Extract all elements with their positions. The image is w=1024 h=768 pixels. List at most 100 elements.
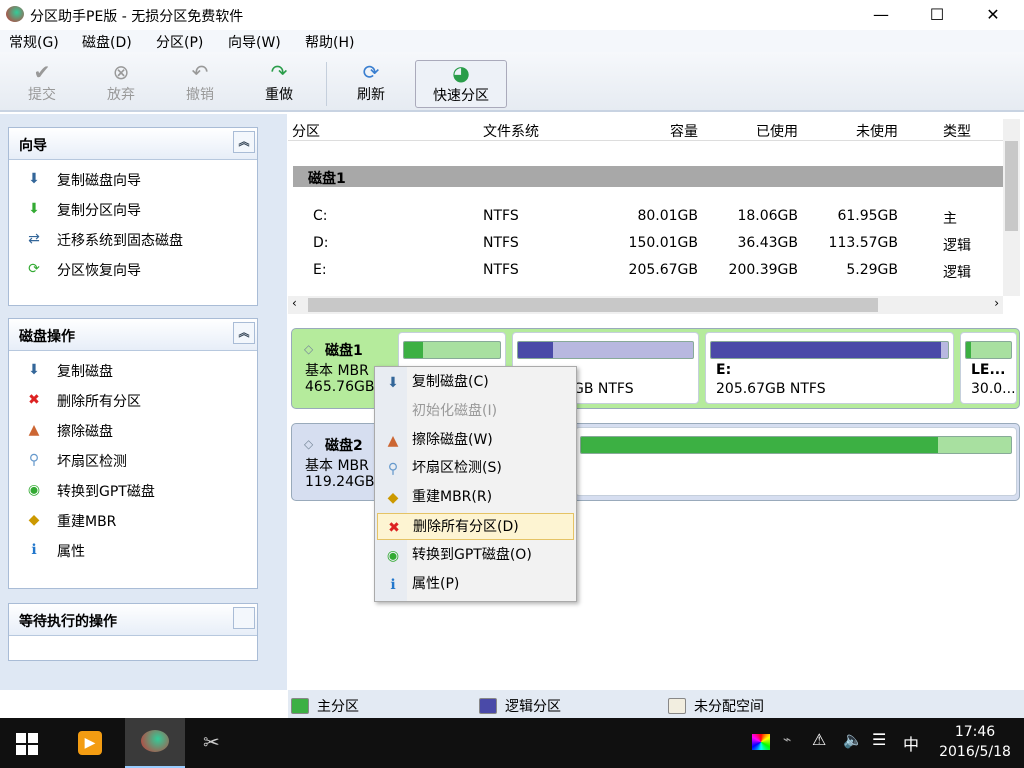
copy-disk-icon: ⬇ [387,375,399,391]
wizard-copy-partition[interactable]: ⬇ 复制分区向导 [9,192,257,222]
col-partition[interactable]: 分区 [292,121,320,141]
context-menu-item[interactable]: ▲ 擦除磁盘(W) [377,427,574,454]
collapse-button[interactable] [233,607,255,629]
wipe-icon: ▲ [387,432,399,449]
menu-disk[interactable]: 磁盘(D) [82,32,132,52]
collapse-button[interactable]: ︽ [233,131,255,153]
col-capacity[interactable]: 容量 [670,121,698,141]
disk-icon: ◇ [304,437,314,451]
partition-block[interactable]: E: 205.67GB NTFS [705,332,954,404]
usb-icon[interactable]: ⌁ [783,732,791,748]
clock[interactable]: 17:46 2016/5/18 [935,722,1015,762]
refresh-button[interactable]: ⟳ 刷新 [337,60,405,108]
usage-bar [710,341,949,359]
legend-bar: 主分区 逻辑分区 未分配空间 [288,690,1024,718]
panel-title: 向导 [19,138,47,154]
menu-bar: 常规(G) 磁盘(D) 分区(P) 向导(W) 帮助(H) [0,30,1024,52]
collapse-button[interactable]: ︽ [233,322,255,344]
wizard-migrate-os[interactable]: ⇄ 迁移系统到固态磁盘 [9,222,257,252]
table-cell: NTFS [483,262,519,278]
discard-button[interactable]: ⊗ 放弃 [87,60,155,108]
commit-button[interactable]: ✔ 提交 [8,60,76,108]
context-menu-item[interactable]: ⚲ 坏扇区检测(S) [377,455,574,482]
op-bad-sector[interactable]: ⚲ 坏扇区检测 [9,443,257,473]
pending-panel: 等待执行的操作 [8,603,258,661]
horizontal-scrollbar[interactable]: ‹ › [288,296,1003,314]
redo-button[interactable]: ↷ 重做 [245,60,313,108]
panel-title: 等待执行的操作 [19,614,117,630]
wizard-panel: 向导 ︽ ⬇ 复制磁盘向导 ⬇ 复制分区向导 ⇄ 迁移系统到固态磁盘 ⟳ 分区恢复向导 [8,127,258,306]
maximize-button[interactable]: ☐ [914,0,960,30]
menu-help[interactable]: 帮助(H) [305,32,354,52]
close-button[interactable]: ✕ [970,0,1016,30]
display-icon[interactable] [752,734,770,750]
partition-block[interactable] [575,427,1017,496]
table-cell: D: [313,235,329,251]
usage-bar [403,341,501,359]
rebuild-mbr-icon: ◆ [28,512,40,528]
usage-bar [580,436,1012,454]
minimize-button[interactable]: — [858,0,904,30]
volume-icon[interactable]: 🔈 [843,730,863,749]
table-cell: NTFS [483,235,519,251]
table-cell: 200.39GB [728,262,798,278]
menu-general[interactable]: 常规(G) [9,32,59,52]
context-menu-item[interactable]: 初始化磁盘(I) [377,398,574,425]
menu-partition[interactable]: 分区(P) [156,32,203,52]
media-player-icon[interactable]: ▶ [78,731,102,755]
partition-label: LE... [971,362,1006,378]
disk-ops-panel: 磁盘操作 ︽ ⬇ 复制磁盘 ✖ 删除所有分区 ▲ 擦除磁盘 ⚲ 坏扇区检测 ◉ 转换到GPT… [8,318,258,589]
toolbar: ✔ 提交 ⊗ 放弃 ↶ 撤销 ↷ 重做 ⟳ 刷新 ◕ 快速分区 [0,52,1024,112]
app-logo-icon [141,730,169,752]
ime-indicator[interactable]: 中 [903,731,919,755]
title-bar: 分区助手PE版 - 无损分区免费软件 — ☐ ✕ [0,0,1024,30]
legend-unallocated: 未分配空间 [668,696,764,716]
taskbar-partition-assistant[interactable] [125,718,185,768]
partition-block[interactable]: LE... 30.0... [960,332,1017,404]
context-menu-item[interactable]: ◆ 重建MBR(R) [377,484,574,511]
copy-partition-icon: ⬇ [28,201,40,217]
discard-icon: ⊗ [112,60,130,84]
undo-button[interactable]: ↶ 撤销 [166,60,234,108]
table-cell: 36.43GB [737,235,798,251]
tool-icon[interactable]: ✂ [203,730,229,756]
notification-icon[interactable]: ☰ [872,730,886,749]
disk-name: 磁盘1 [325,343,363,359]
op-copy-disk[interactable]: ⬇ 复制磁盘 [9,353,257,383]
table-cell: 80.01GB [637,208,698,224]
network-warning-icon[interactable]: ⚠ [812,730,826,749]
legend-primary: 主分区 [291,696,359,716]
quick-partition-button[interactable]: ◕ 快速分区 [415,60,507,108]
table-header: 分区 文件系统 容量 已使用 未使用 类型 [288,119,1003,141]
disk-group-row[interactable]: 磁盘1 [293,166,1003,187]
wizard-copy-disk[interactable]: ⬇ 复制磁盘向导 [9,162,257,192]
op-delete-all[interactable]: ✖ 删除所有分区 [9,383,257,413]
table-cell: 逻辑 [943,265,971,281]
copy-disk-icon: ⬇ [28,171,40,187]
col-used[interactable]: 已使用 [756,121,798,141]
op-convert-gpt[interactable]: ◉ 转换到GPT磁盘 [9,473,257,503]
vertical-scrollbar[interactable] [1003,119,1020,296]
col-unused[interactable]: 未使用 [856,121,898,141]
table-cell: 5.29GB [846,262,898,278]
legend-logical: 逻辑分区 [479,696,561,716]
op-properties[interactable]: ℹ 属性 [9,533,257,563]
app-logo-icon [6,6,24,22]
panel-title: 磁盘操作 [19,329,75,345]
context-menu-item[interactable]: ℹ 属性(P) [377,571,574,598]
col-filesystem[interactable]: 文件系统 [483,121,539,141]
wizard-partition-recovery[interactable]: ⟳ 分区恢复向导 [9,252,257,282]
recovery-icon: ⟳ [28,261,40,277]
delete-icon: ✖ [28,392,40,408]
start-windows-icon[interactable] [16,733,38,755]
context-menu-item[interactable]: ◉ 转换到GPT磁盘(O) [377,542,574,569]
menu-wizard[interactable]: 向导(W) [228,32,281,52]
op-rebuild-mbr[interactable]: ◆ 重建MBR [9,503,257,533]
partition-label: E: [716,362,732,378]
col-type[interactable]: 类型 [943,121,971,141]
context-menu-item[interactable]: ⬇ 复制磁盘(C) [377,369,574,396]
disk-type: 基本 MBR [305,363,369,379]
convert-icon: ◉ [27,482,41,498]
op-wipe-disk[interactable]: ▲ 擦除磁盘 [9,413,257,443]
context-menu-item[interactable]: ✖ 删除所有分区(D) [377,513,574,540]
